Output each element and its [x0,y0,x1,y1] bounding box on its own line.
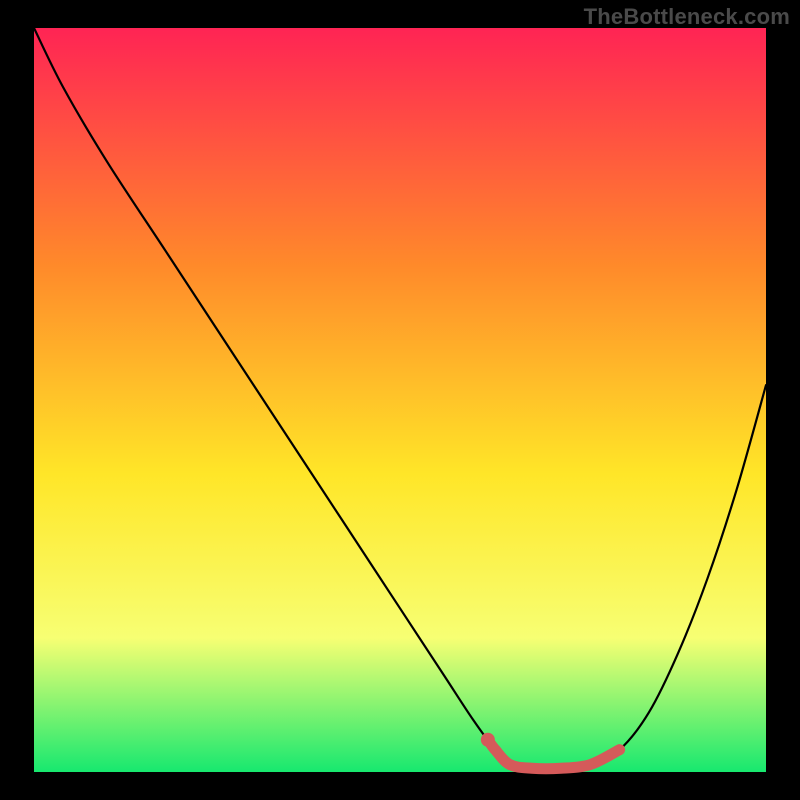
optimal-range-start-dot [481,733,495,747]
watermark-text: TheBottleneck.com [584,4,790,30]
chart-svg [0,0,800,800]
plot-background [34,28,766,772]
chart-frame: { "watermark": "TheBottleneck.com", "col… [0,0,800,800]
